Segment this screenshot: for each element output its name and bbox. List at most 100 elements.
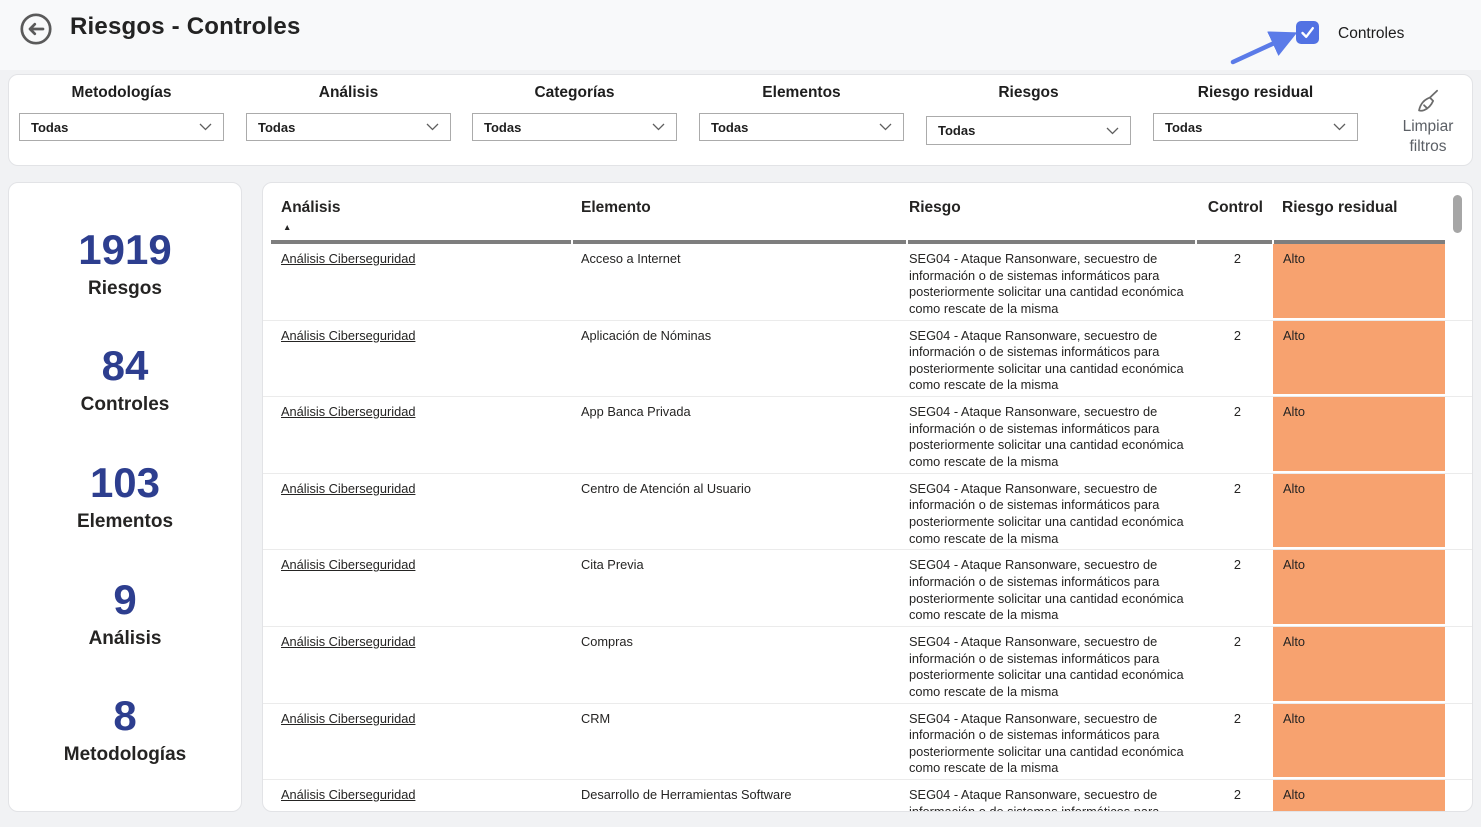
- sort-ascending-icon: ▲: [283, 222, 291, 232]
- stat-label: Metodologías: [64, 744, 186, 766]
- analisis-link[interactable]: Análisis Ciberseguridad: [281, 634, 571, 651]
- analisis-dropdown[interactable]: Todas: [246, 113, 451, 141]
- elemento-cell: App Banca Privada: [581, 404, 893, 421]
- chevron-down-icon: [879, 123, 892, 131]
- elemento-cell: Desarrollo de Herramientas Software: [581, 787, 893, 804]
- control-cell: 2: [1193, 251, 1241, 268]
- riesgo-residual-cell: Alto: [1273, 474, 1445, 548]
- vertical-scrollbar-thumb[interactable]: [1453, 195, 1462, 233]
- risks-table-card: Análisis Elemento Riesgo Control Riesgo …: [262, 182, 1473, 812]
- elemento-cell: Centro de Atención al Usuario: [581, 481, 893, 498]
- filter-label: Elementos: [699, 84, 904, 102]
- control-cell: 2: [1193, 481, 1241, 498]
- control-cell: 2: [1193, 404, 1241, 421]
- filter-label: Riesgo residual: [1153, 84, 1358, 102]
- dropdown-value: Todas: [711, 120, 748, 135]
- table-row: Análisis Ciberseguridad Cita Previa SEG0…: [263, 550, 1472, 627]
- column-header-riesgo[interactable]: Riesgo: [909, 199, 961, 217]
- riesgo-residual-cell: Alto: [1273, 550, 1445, 624]
- riesgo-residual-value: Alto: [1283, 634, 1305, 649]
- table-row: Análisis Ciberseguridad CRM SEG04 - Ataq…: [263, 704, 1472, 781]
- elemento-cell: Compras: [581, 634, 893, 651]
- dropdown-value: Todas: [258, 120, 295, 135]
- riesgo-residual-value: Alto: [1283, 328, 1305, 343]
- categorias-dropdown[interactable]: Todas: [472, 113, 677, 141]
- riesgos-dropdown[interactable]: Todas: [926, 116, 1131, 145]
- column-header-riesgo-residual[interactable]: Riesgo residual: [1282, 199, 1397, 217]
- arrow-left-circle-icon: [19, 12, 53, 46]
- stat-label: Análisis: [89, 628, 162, 650]
- dropdown-value: Todas: [31, 120, 68, 135]
- elemento-cell: Aplicación de Nóminas: [581, 328, 893, 345]
- elemento-cell: Cita Previa: [581, 557, 893, 574]
- check-icon: [1300, 26, 1315, 39]
- metodologias-dropdown[interactable]: Todas: [19, 113, 224, 141]
- stat-riesgos: 1919 Riesgos: [78, 228, 171, 300]
- riesgo-residual-value: Alto: [1283, 251, 1305, 266]
- riesgo-cell: SEG04 - Ataque Ransonware, secuestro de …: [909, 557, 1201, 623]
- column-header-elemento[interactable]: Elemento: [581, 199, 651, 217]
- annotation-arrow-icon: [1228, 25, 1300, 67]
- back-button[interactable]: [19, 12, 53, 46]
- stat-value: 1919: [78, 228, 171, 272]
- filter-elementos: Elementos Todas: [699, 75, 904, 165]
- filter-label: Análisis: [246, 84, 451, 102]
- elemento-cell: CRM: [581, 711, 893, 728]
- riesgo-cell: SEG04 - Ataque Ransonware, secuestro de …: [909, 328, 1201, 394]
- table-row: Análisis Ciberseguridad Centro de Atenci…: [263, 474, 1472, 551]
- column-header-analisis[interactable]: Análisis: [281, 199, 340, 217]
- column-header-control[interactable]: Control: [1195, 199, 1263, 217]
- riesgo-residual-value: Alto: [1283, 711, 1305, 726]
- riesgo-cell: SEG04 - Ataque Ransonware, secuestro de …: [909, 251, 1201, 317]
- analisis-link[interactable]: Análisis Ciberseguridad: [281, 557, 571, 574]
- analisis-link[interactable]: Análisis Ciberseguridad: [281, 787, 571, 804]
- dropdown-value: Todas: [938, 123, 975, 138]
- filter-riesgo-residual: Riesgo residual Todas: [1153, 75, 1358, 165]
- page-header: Riesgos - Controles Controles: [0, 0, 1481, 70]
- riesgo-residual-cell: Alto: [1273, 321, 1445, 395]
- stat-elementos: 103 Elementos: [77, 461, 173, 533]
- riesgo-residual-value: Alto: [1283, 787, 1305, 802]
- controles-checkbox[interactable]: [1296, 21, 1319, 44]
- riesgo-cell: SEG04 - Ataque Ransonware, secuestro de …: [909, 404, 1201, 470]
- filter-bar: Metodologías Todas Análisis Todas Catego…: [8, 74, 1473, 166]
- stat-value: 8: [64, 694, 186, 738]
- stat-value: 103: [77, 461, 173, 505]
- chevron-down-icon: [652, 123, 665, 131]
- control-cell: 2: [1193, 787, 1241, 804]
- riesgo-residual-value: Alto: [1283, 481, 1305, 496]
- riesgo-cell: SEG04 - Ataque Ransonware, secuestro de …: [909, 481, 1201, 547]
- stat-label: Controles: [81, 394, 170, 416]
- stat-controles: 84 Controles: [81, 344, 170, 416]
- stat-analisis: 9 Análisis: [89, 578, 162, 650]
- elementos-dropdown[interactable]: Todas: [699, 113, 904, 141]
- chevron-down-icon: [199, 123, 212, 131]
- stat-value: 9: [89, 578, 162, 622]
- riesgo-residual-dropdown[interactable]: Todas: [1153, 113, 1358, 141]
- clear-filters-label: Limpiar filtros: [1403, 118, 1454, 155]
- filter-riesgos: Riesgos Todas: [926, 75, 1131, 165]
- clear-filters-button[interactable]: Limpiar filtros: [1387, 87, 1469, 157]
- table-body: Análisis Ciberseguridad Acceso a Interne…: [263, 244, 1472, 812]
- analisis-link[interactable]: Análisis Ciberseguridad: [281, 404, 571, 421]
- filter-label: Metodologías: [19, 84, 224, 102]
- chevron-down-icon: [1333, 123, 1346, 131]
- table-row: Análisis Ciberseguridad Desarrollo de He…: [263, 780, 1472, 812]
- riesgo-residual-cell: Alto: [1273, 627, 1445, 701]
- riesgo-cell: SEG04 - Ataque Ransonware, secuestro de …: [909, 634, 1201, 700]
- riesgo-cell: SEG04 - Ataque Ransonware, secuestro de …: [909, 711, 1201, 777]
- filter-label: Categorías: [472, 84, 677, 102]
- filter-label: Riesgos: [926, 84, 1131, 102]
- page-title: Riesgos - Controles: [70, 13, 301, 41]
- chevron-down-icon: [426, 123, 439, 131]
- analisis-link[interactable]: Análisis Ciberseguridad: [281, 481, 571, 498]
- analisis-link[interactable]: Análisis Ciberseguridad: [281, 251, 571, 268]
- dropdown-value: Todas: [484, 120, 521, 135]
- chevron-down-icon: [1106, 127, 1119, 135]
- analisis-link[interactable]: Análisis Ciberseguridad: [281, 328, 571, 345]
- riesgo-residual-cell: Alto: [1273, 397, 1445, 471]
- riesgo-residual-value: Alto: [1283, 557, 1305, 572]
- table-row: Análisis Ciberseguridad Acceso a Interne…: [263, 244, 1472, 321]
- analisis-link[interactable]: Análisis Ciberseguridad: [281, 711, 571, 728]
- filter-analisis: Análisis Todas: [246, 75, 451, 165]
